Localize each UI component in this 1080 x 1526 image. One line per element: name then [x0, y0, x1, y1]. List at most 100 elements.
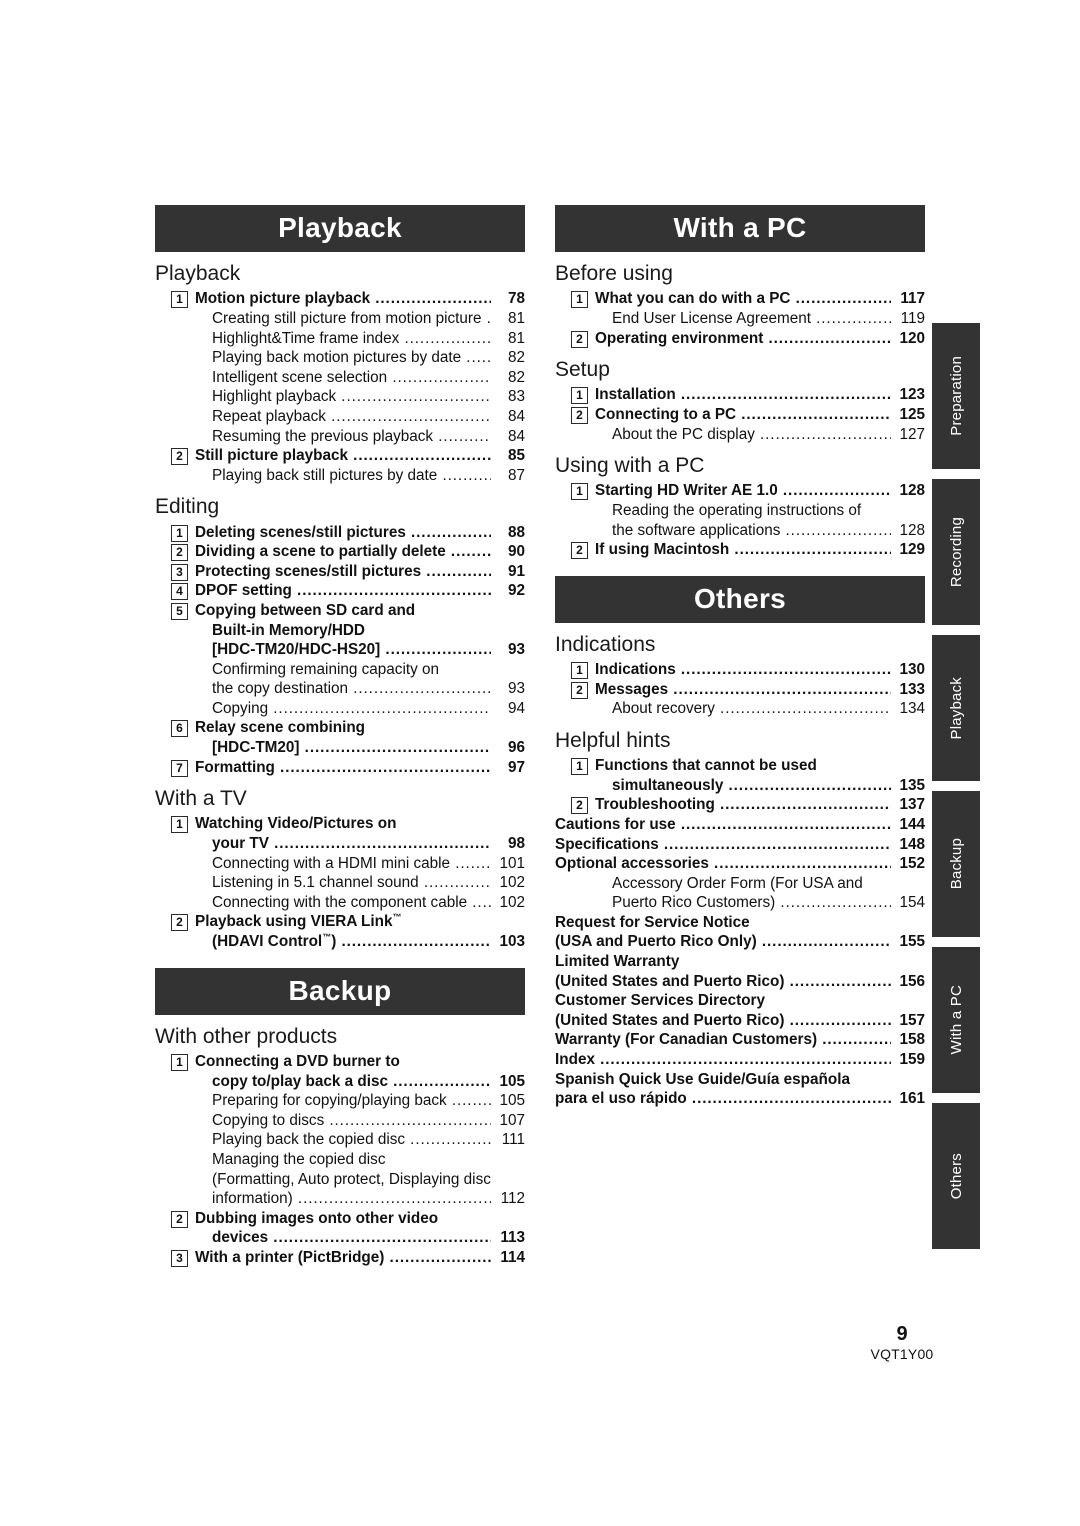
toc-entry-label: Warranty (For Canadian Customers)	[555, 1030, 891, 1050]
toc-entry[interactable]: 1 Installation 123	[571, 385, 925, 405]
toc-entry[interactable]: copy to/play back a disc 105	[212, 1072, 525, 1092]
toc-entry[interactable]: Built-in Memory/HDD	[212, 621, 525, 641]
toc-entry[interactable]: 2 Dividing a scene to partially delete 90	[171, 542, 525, 562]
toc-entry[interactable]: (Formatting, Auto protect, Displaying di…	[212, 1170, 525, 1190]
toc-entry-label: Resuming the previous playback	[212, 427, 491, 447]
toc-entry-label: Reading the operating instructions of	[612, 501, 862, 519]
toc-entry[interactable]: Connecting with the component cable 102	[212, 893, 525, 913]
toc-entry-page-number: 91	[507, 562, 525, 580]
toc-entry[interactable]: 1 What you can do with a PC 117	[571, 289, 925, 309]
toc-entry-label: Messages	[595, 680, 891, 700]
toc-entry[interactable]: Puerto Rico Customers) 154	[612, 893, 925, 913]
toc-item-number-box: 5	[171, 602, 188, 620]
toc-entry[interactable]: About the PC display 127	[612, 425, 925, 445]
toc-entry-page-number: 85	[507, 447, 525, 465]
toc-entry[interactable]: devices 113	[212, 1228, 525, 1248]
toc-entry[interactable]: 2 Connecting to a PC 125	[571, 405, 925, 425]
toc-item-number-box: 1	[571, 662, 588, 680]
chapter-thumb-tab[interactable]: Playback	[932, 635, 980, 781]
toc-entry[interactable]: Warranty (For Canadian Customers) 158	[555, 1030, 925, 1050]
toc-entry[interactable]: 2 Playback using VIERA Link™	[171, 912, 525, 932]
toc-entry[interactable]: [HDC-TM20/HDC-HS20] 93	[212, 640, 525, 660]
toc-entry-label: DPOF setting	[195, 581, 491, 601]
toc-entry-label: Installation	[595, 385, 891, 405]
toc-entry[interactable]: Copying to discs 107	[212, 1111, 525, 1131]
toc-entry[interactable]: Confirming remaining capacity on	[212, 660, 525, 680]
toc-entry[interactable]: End User License Agreement 119	[612, 309, 925, 329]
chapter-thumb-tab[interactable]: Preparation	[932, 323, 980, 469]
toc-entry-label: the software applications	[612, 521, 891, 541]
toc-entry[interactable]: 2 Still picture playback 85	[171, 446, 525, 466]
toc-item-number-box: 2	[171, 914, 188, 932]
toc-entry[interactable]: 2 Messages 133	[571, 680, 925, 700]
toc-entry[interactable]: 2 Dubbing images onto other video	[171, 1209, 525, 1229]
toc-entry[interactable]: Creating still picture from motion pictu…	[212, 309, 525, 329]
toc-entry[interactable]: Cautions for use 144	[555, 815, 925, 835]
toc-entry[interactable]: Highlight playback 83	[212, 387, 525, 407]
toc-entry[interactable]: 1 Connecting a DVD burner to	[171, 1052, 525, 1072]
toc-entry[interactable]: (United States and Puerto Rico) 156	[555, 972, 925, 992]
toc-entry[interactable]: 1 Functions that cannot be used	[571, 756, 925, 776]
toc-entry[interactable]: Playing back the copied disc 111	[212, 1130, 525, 1150]
toc-entry[interactable]: your TV 98	[212, 834, 525, 854]
toc-entry[interactable]: Connecting with a HDMI mini cable 101	[212, 854, 525, 874]
toc-entry[interactable]: 1 Motion picture playback 78	[171, 289, 525, 309]
toc-entry-label: Functions that cannot be used	[595, 757, 817, 775]
toc-entry[interactable]: 2 Operating environment 120	[571, 329, 925, 349]
toc-groups-right: Before using1What you can do with a PC11…	[555, 261, 925, 560]
toc-entry[interactable]: (United States and Puerto Rico) 157	[555, 1011, 925, 1031]
chapter-thumb-tab[interactable]: Backup	[932, 791, 980, 937]
toc-entry[interactable]: 7 Formatting 97	[171, 758, 525, 778]
toc-entry[interactable]: 2 If using Macintosh 129	[571, 540, 925, 560]
toc-entry[interactable]: (HDAVI Control™) 103	[212, 932, 525, 952]
toc-entry[interactable]: Index 159	[555, 1050, 925, 1070]
toc-entry[interactable]: Listening in 5.1 channel sound 102	[212, 873, 525, 893]
toc-entry[interactable]: simultaneously 135	[612, 776, 925, 796]
toc-entry[interactable]: Copying 94	[212, 699, 525, 719]
toc-entry-page-number: 135	[899, 776, 925, 794]
toc-entry[interactable]: 3 With a printer (PictBridge) 114	[171, 1248, 525, 1268]
toc-entry[interactable]: Playing back still pictures by date 87	[212, 466, 525, 486]
toc-entry[interactable]: 1 Deleting scenes/still pictures 88	[171, 523, 525, 543]
toc-entry[interactable]: Limited Warranty	[555, 952, 925, 972]
toc-entry[interactable]: Highlight&Time frame index 81	[212, 329, 525, 349]
toc-item-number-box: 6	[171, 720, 188, 738]
chapter-thumb-tab[interactable]: With a PC	[932, 947, 980, 1093]
toc-entry-label: Confirming remaining capacity on	[212, 660, 440, 678]
chapter-thumb-tab[interactable]: Others	[932, 1103, 980, 1249]
toc-entry[interactable]: Preparing for copying/playing back 105	[212, 1091, 525, 1111]
toc-entry[interactable]: Customer Services Directory	[555, 991, 925, 1011]
toc-entry[interactable]: 1 Indications 130	[571, 660, 925, 680]
toc-entry[interactable]: [HDC-TM20] 96	[212, 738, 525, 758]
toc-entry[interactable]: the copy destination 93	[212, 679, 525, 699]
toc-entry[interactable]: Managing the copied disc	[212, 1150, 525, 1170]
toc-entry[interactable]: information) 112	[212, 1189, 525, 1209]
toc-entry[interactable]: 1 Starting HD Writer AE 1.0 128	[571, 481, 925, 501]
chapter-thumb-tab[interactable]: Recording	[932, 479, 980, 625]
toc-entry[interactable]: (USA and Puerto Rico Only) 155	[555, 932, 925, 952]
toc-entry[interactable]: 1 Watching Video/Pictures on	[171, 814, 525, 834]
toc-entry[interactable]: About recovery 134	[612, 699, 925, 719]
toc-entry-label: Operating environment	[595, 329, 891, 349]
toc-entry[interactable]: Repeat playback 84	[212, 407, 525, 427]
toc-entry[interactable]: Spanish Quick Use Guide/Guía española	[555, 1070, 925, 1090]
toc-item-number-box: 2	[171, 544, 188, 562]
toc-entry[interactable]: 4 DPOF setting 92	[171, 581, 525, 601]
toc-entry[interactable]: 2 Troubleshooting 137	[571, 795, 925, 815]
toc-entry[interactable]: 5 Copying between SD card and	[171, 601, 525, 621]
toc-entry[interactable]: Optional accessories 152	[555, 854, 925, 874]
toc-entry[interactable]: the software applications 128	[612, 521, 925, 541]
toc-entry[interactable]: Playing back motion pictures by date 82	[212, 348, 525, 368]
toc-entry[interactable]: 3 Protecting scenes/still pictures 91	[171, 562, 525, 582]
toc-entry[interactable]: Resuming the previous playback 84	[212, 427, 525, 447]
toc-entry[interactable]: Accessory Order Form (For USA and	[612, 874, 925, 894]
toc-entry[interactable]: Request for Service Notice	[555, 913, 925, 933]
toc-entry[interactable]: para el uso rápido 161	[555, 1089, 925, 1109]
toc-entry[interactable]: 6 Relay scene combining	[171, 718, 525, 738]
toc-entry-page-number: 101	[499, 854, 525, 872]
toc-entry-label: Accessory Order Form (For USA and	[612, 874, 863, 892]
toc-entry-label: Starting HD Writer AE 1.0	[595, 481, 891, 501]
toc-entry[interactable]: Reading the operating instructions of	[612, 501, 925, 521]
toc-entry[interactable]: Specifications 148	[555, 835, 925, 855]
toc-entry[interactable]: Intelligent scene selection 82	[212, 368, 525, 388]
